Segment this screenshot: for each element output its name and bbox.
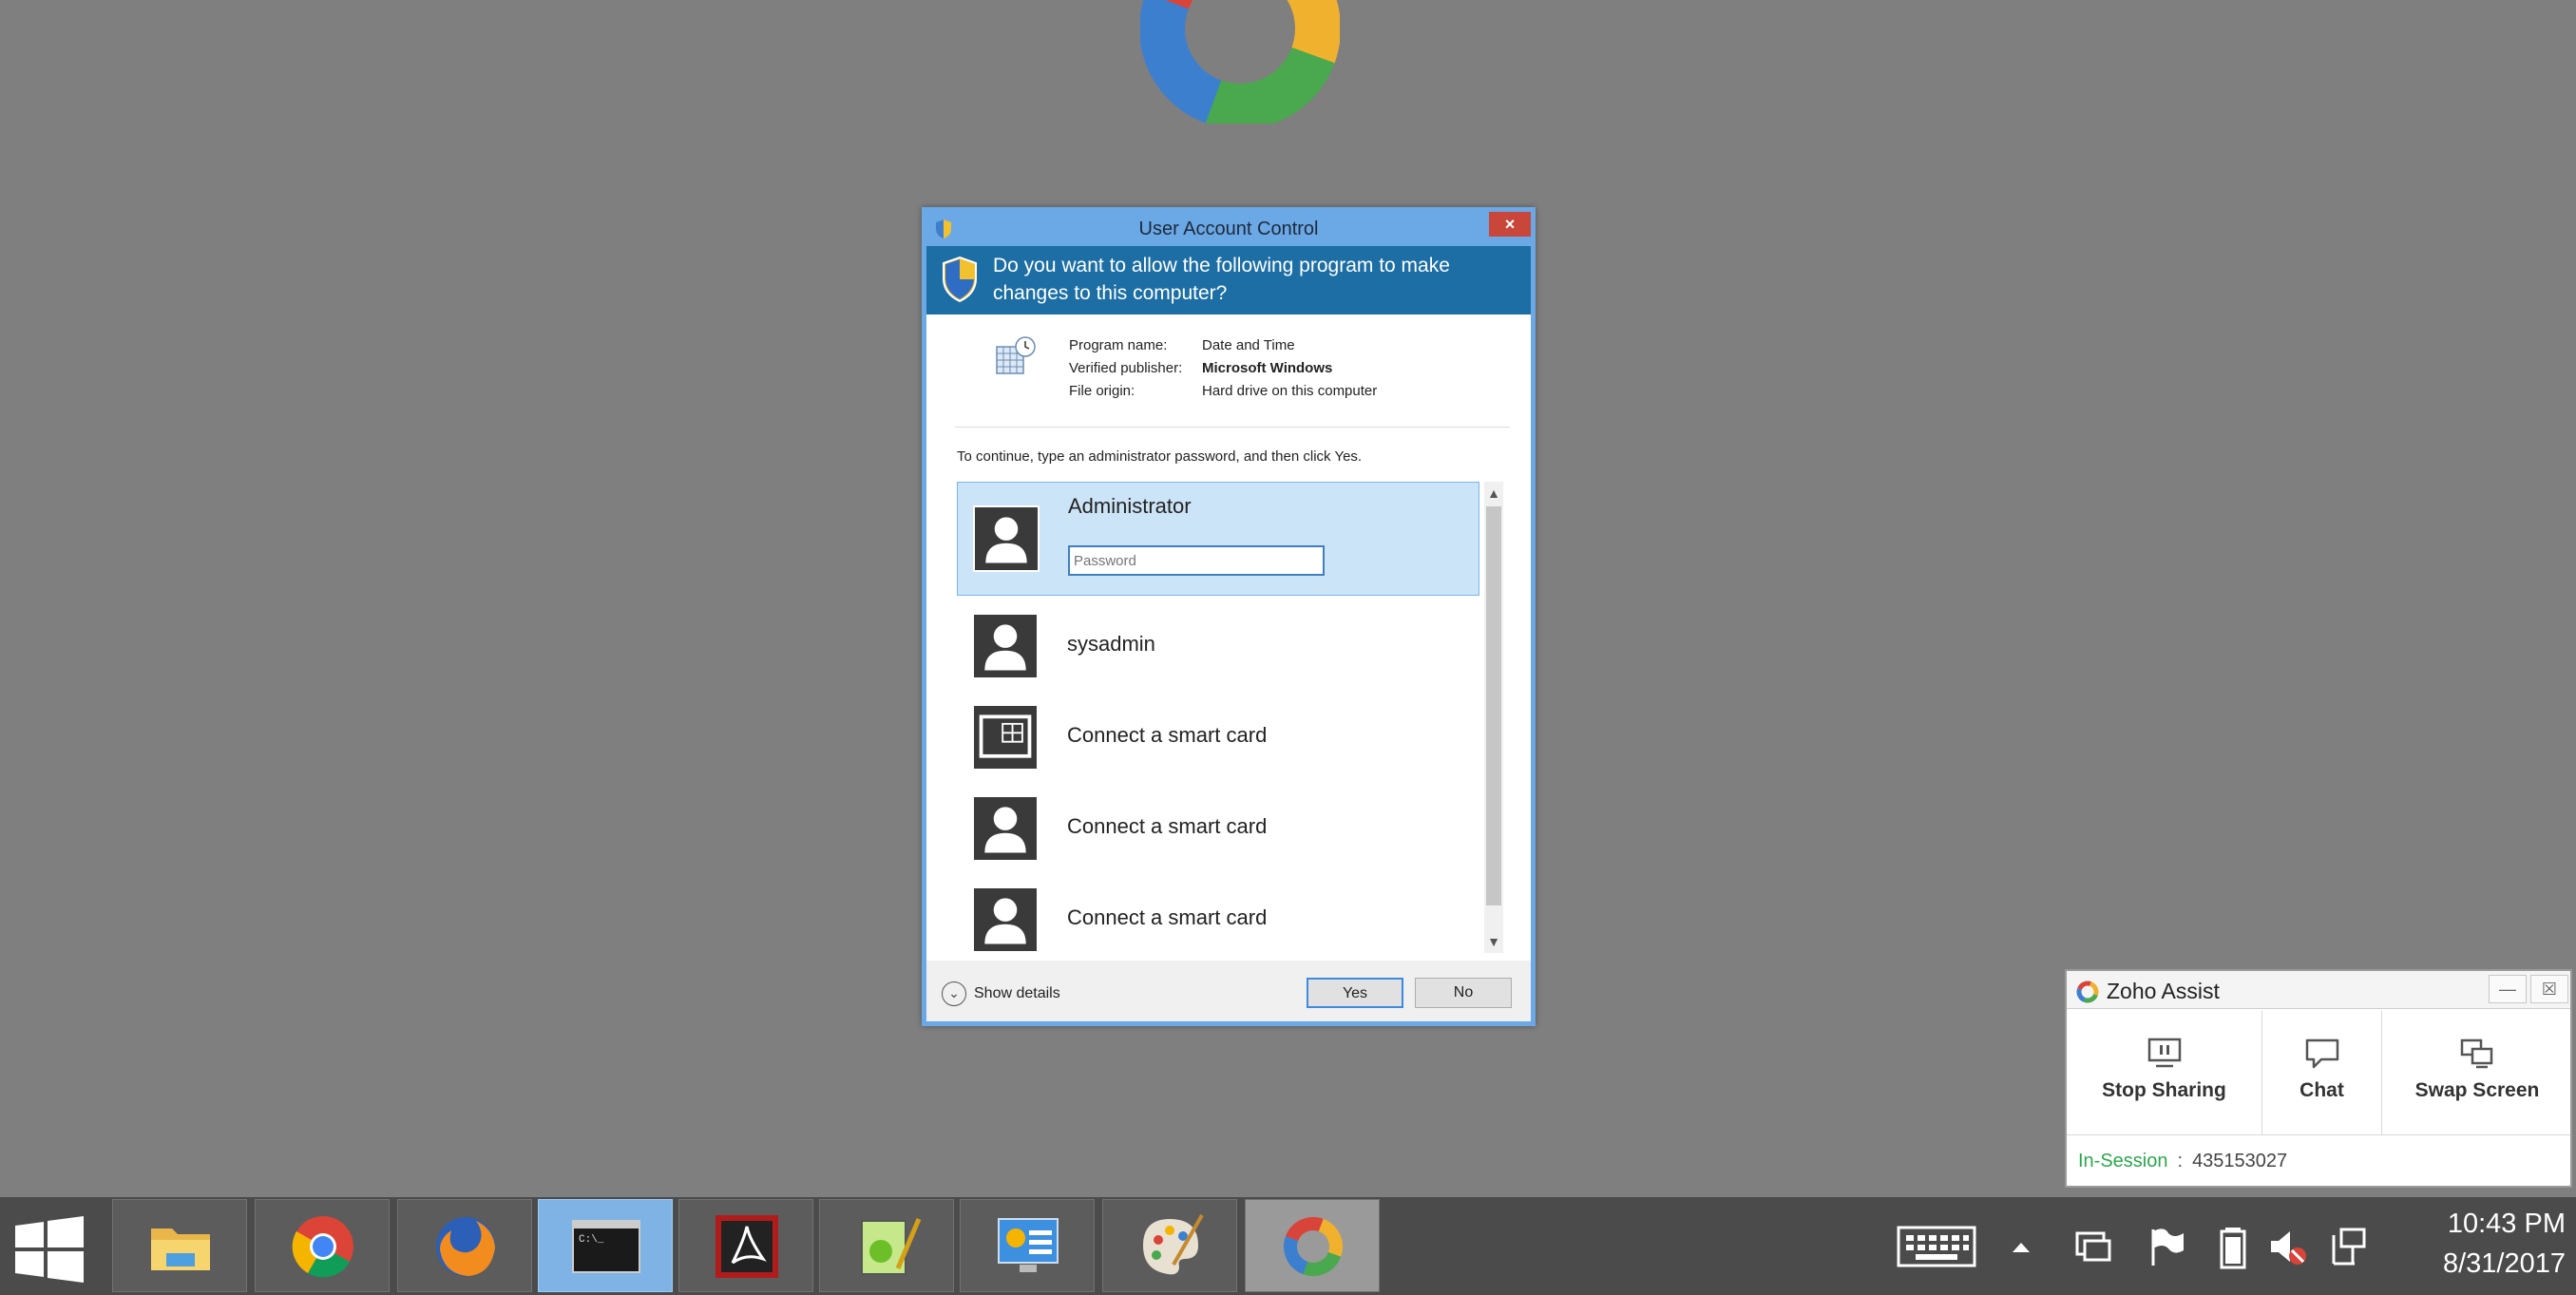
session-status-separator: : — [2177, 1151, 2184, 1171]
publisher-key: Verified publisher: — [1069, 360, 1183, 376]
paint-palette-icon — [1143, 1214, 1204, 1275]
account-label: Connect a smart card — [1067, 723, 1268, 747]
program-name-row: Program name: Date and Time — [1069, 337, 1295, 353]
pause-screen-icon — [2147, 1038, 2181, 1068]
show-hidden-icons-chevron-up-icon[interactable] — [2009, 1222, 2033, 1271]
taskbar-firefox[interactable] — [397, 1199, 532, 1292]
close-button[interactable]: × — [1489, 212, 1531, 237]
chrome-icon — [292, 1216, 353, 1278]
account-smart-card-3[interactable]: Connect a smart card — [957, 873, 1479, 953]
taskbar-zoho-assist[interactable] — [1245, 1199, 1380, 1292]
zoho-assist-logo-icon — [2076, 981, 2099, 1003]
taskbar-file-explorer[interactable] — [112, 1199, 247, 1292]
account-label: Connect a smart card — [1067, 814, 1268, 838]
zoho-assist-icon — [1284, 1217, 1343, 1276]
yes-button[interactable]: Yes — [1307, 978, 1403, 1008]
account-sysadmin[interactable]: sysadmin — [957, 600, 1479, 693]
session-status: In-Session:435153027 — [2067, 1134, 2570, 1188]
minimize-icon[interactable]: — — [2489, 975, 2527, 1003]
uac-question-banner: Do you want to allow the following progr… — [926, 246, 1531, 314]
zoho-assist-titlebar[interactable]: Zoho Assist — ☒ — [2067, 971, 2570, 1009]
volume-muted-icon[interactable] — [2267, 1222, 2309, 1271]
stop-sharing-button[interactable]: Stop Sharing — [2067, 1011, 2262, 1134]
acrobat-reader-icon — [716, 1215, 778, 1278]
chat-bubble-icon — [2305, 1038, 2338, 1069]
date-time-program-icon — [996, 336, 1036, 374]
network-icon[interactable] — [2326, 1222, 2368, 1271]
firefox-icon — [436, 1217, 495, 1276]
taskbar-notepad-plus-plus[interactable] — [819, 1199, 954, 1292]
uac-content: Program name: Date and Time Verified publ… — [926, 314, 1531, 961]
swap-screen-button[interactable]: Swap Screen — [2382, 1011, 2572, 1134]
zoho-assist-panel: Zoho Assist — ☒ Stop Sharing Chat Swap S… — [2065, 969, 2572, 1188]
notepad-plus-plus-icon — [861, 1218, 922, 1275]
account-list-scrollbar[interactable]: ▲ ▼ — [1484, 482, 1503, 953]
session-id: 435153027 — [2192, 1151, 2288, 1171]
touch-keyboard-icon[interactable] — [1897, 1222, 1976, 1271]
chevron-down-icon: ⌄ — [942, 981, 966, 1006]
file-origin-value: Hard drive on this computer — [1202, 383, 1378, 399]
taskbar-chrome[interactable] — [255, 1199, 390, 1292]
swap-screen-label: Swap Screen — [2414, 1079, 2540, 1101]
clock-time[interactable]: 10:43 PM — [2395, 1209, 2566, 1240]
swap-screen-icon — [2460, 1038, 2493, 1069]
close-icon[interactable]: ☒ — [2530, 975, 2568, 1003]
file-origin-key: File origin: — [1069, 383, 1135, 399]
publisher-row: Verified publisher: Microsoft Windows — [1069, 360, 1332, 376]
remote-session-icon[interactable] — [2071, 1222, 2113, 1271]
password-input[interactable] — [1068, 545, 1325, 576]
program-name-value: Date and Time — [1202, 337, 1295, 353]
windows-start-icon[interactable] — [13, 1216, 86, 1283]
session-status-label: In-Session — [2078, 1151, 2168, 1171]
battery-icon[interactable] — [2212, 1222, 2254, 1271]
uac-title: User Account Control — [1138, 219, 1319, 239]
uac-shield-icon — [943, 256, 977, 303]
chevron-down-icon[interactable]: ▼ — [1484, 930, 1503, 953]
taskbar: C:\_ 10:43 PM 8/31/2017 — [0, 1197, 2576, 1295]
scroll-thumb[interactable] — [1486, 506, 1501, 905]
no-button[interactable]: No — [1415, 978, 1512, 1008]
show-details-label: Show details — [974, 985, 1060, 1001]
chevron-up-icon[interactable]: ▲ — [1484, 482, 1503, 505]
account-list: Administrator sysadmin Connect a smart c… — [957, 482, 1479, 953]
user-avatar-icon — [972, 795, 1039, 862]
account-label: Administrator — [1068, 494, 1192, 518]
clock-date[interactable]: 8/31/2017 — [2395, 1248, 2566, 1280]
program-name-key: Program name: — [1069, 337, 1168, 353]
account-label: Connect a smart card — [1067, 905, 1268, 929]
stop-sharing-label: Stop Sharing — [2102, 1079, 2226, 1101]
account-label: sysadmin — [1067, 632, 1155, 656]
svg-text:C:\_: C:\_ — [579, 1234, 604, 1246]
user-avatar-icon — [972, 886, 1039, 953]
show-details-toggle[interactable]: ⌄ Show details — [942, 981, 1060, 1006]
user-avatar-icon — [973, 505, 1040, 572]
uac-footer: ⌄ Show details Yes No — [926, 961, 1531, 1021]
chat-label: Chat — [2299, 1079, 2344, 1101]
zoho-assist-title: Zoho Assist — [2107, 979, 2220, 1003]
account-smart-card-1[interactable]: Connect a smart card — [957, 691, 1479, 784]
user-avatar-icon — [972, 613, 1039, 679]
uac-question: Do you want to allow the following progr… — [993, 255, 1450, 304]
file-origin-row: File origin: Hard drive on this computer — [1069, 383, 1377, 399]
shield-icon — [936, 219, 951, 238]
taskbar-paint[interactable] — [1102, 1199, 1237, 1292]
taskbar-acrobat-reader[interactable] — [678, 1199, 813, 1292]
taskbar-command-prompt[interactable]: C:\_ — [538, 1199, 673, 1292]
control-panel-icon — [998, 1218, 1059, 1272]
chat-button[interactable]: Chat — [2262, 1011, 2382, 1134]
uac-dialog: User Account Control × Do you want to al… — [922, 207, 1536, 1026]
command-prompt-icon: C:\_ — [572, 1220, 640, 1273]
action-center-flag-icon[interactable] — [2146, 1222, 2187, 1271]
uac-titlebar[interactable]: User Account Control × — [926, 212, 1531, 246]
desktop: User Account Control × Do you want to al… — [0, 0, 2576, 1197]
smart-card-icon — [972, 704, 1039, 771]
folder-icon — [151, 1228, 210, 1270]
taskbar-control-panel[interactable] — [960, 1199, 1095, 1292]
instruction-text: To continue, type an administrator passw… — [957, 448, 1363, 465]
publisher-value: Microsoft Windows — [1202, 360, 1333, 376]
account-administrator[interactable]: Administrator — [957, 482, 1479, 596]
zoho-assist-logo-icon — [1140, 0, 1340, 124]
account-smart-card-2[interactable]: Connect a smart card — [957, 782, 1479, 875]
divider — [955, 427, 1510, 428]
